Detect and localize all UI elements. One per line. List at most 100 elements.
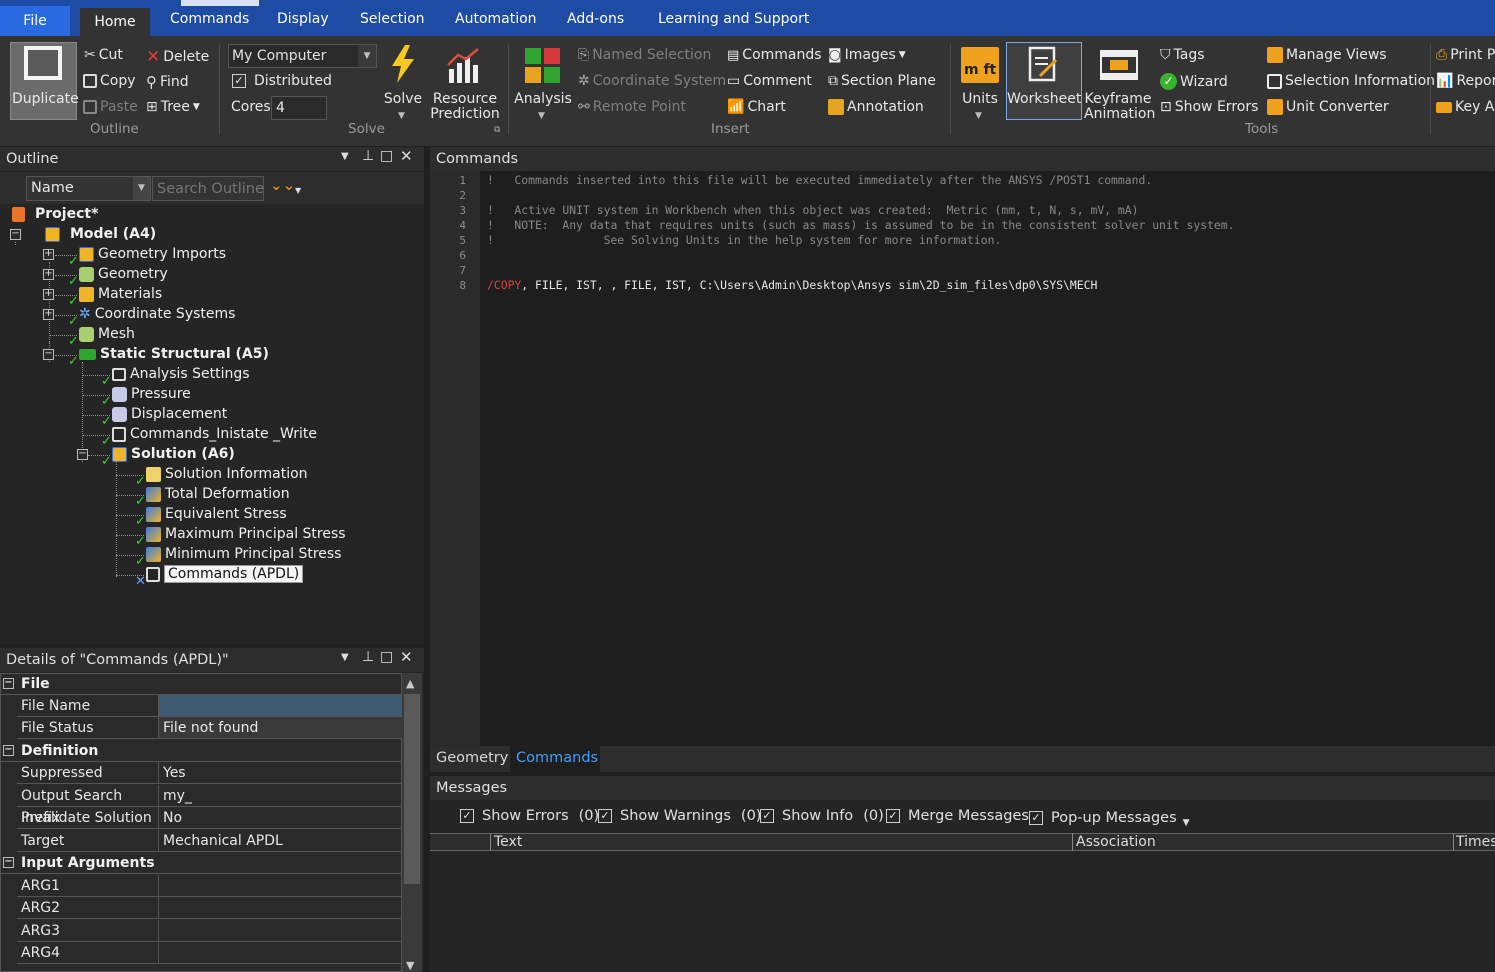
images-button[interactable]: ◙ Images ▼ [828, 47, 906, 63]
column-time[interactable]: Times [1456, 834, 1495, 850]
pin-icon[interactable]: ⊥ [362, 649, 374, 665]
cores-input[interactable]: 4 [271, 96, 327, 120]
row-arg4[interactable]: ARG4 [17, 942, 402, 964]
tree-item-geometry-imports[interactable]: Geometry Imports [79, 244, 226, 264]
wizard-button[interactable]: ✓ Wizard [1160, 73, 1228, 90]
section-input-arguments[interactable]: − Input Arguments [0, 852, 402, 874]
solve-button[interactable]: Solve [383, 92, 423, 107]
manage-views-button[interactable]: Manage Views [1267, 47, 1387, 63]
tree-item-minimum-principal-stress[interactable]: Minimum Principal Stress [146, 544, 341, 564]
collapse-icon[interactable]: − [77, 449, 88, 460]
tree-item-pressure[interactable]: Pressure [112, 384, 191, 404]
expand-icon[interactable]: + [43, 289, 54, 300]
row-arg3[interactable]: ARG3 [17, 920, 402, 942]
collapse-icon[interactable]: − [3, 857, 14, 868]
row-output-search-prefix[interactable]: Output Search Prefix my_ [17, 785, 402, 826]
row-arg1[interactable]: ARG1 [17, 875, 402, 897]
row-invalidate-solution[interactable]: Invalidate Solution No [17, 807, 402, 829]
unit-converter-button[interactable]: Unit Converter [1267, 99, 1389, 115]
tree-item-commands-apdl[interactable]: Commands (APDL) [146, 564, 304, 584]
paste-button[interactable]: Paste [83, 99, 138, 115]
show-info-toggle[interactable]: ✓ Show Info (0) [760, 808, 884, 824]
merge-messages-toggle[interactable]: ✓ Merge Messages [886, 808, 1029, 824]
collapse-icon[interactable]: − [3, 745, 14, 756]
key-assignments-button[interactable]: Key As [1436, 99, 1495, 115]
show-warnings-toggle[interactable]: ✓ Show Warnings (0) [598, 808, 761, 824]
copy-button[interactable]: Copy [83, 73, 136, 89]
scrollbar-thumb[interactable] [404, 694, 420, 884]
chevron-down-icon[interactable]: ⌄⌄ [270, 176, 295, 194]
dialog-launcher-icon[interactable]: ⧉ [494, 125, 500, 135]
annotation-button[interactable]: Annotation [828, 99, 924, 115]
close-icon[interactable]: ✕ [400, 147, 413, 165]
tab-geometry[interactable]: Geometry [436, 750, 508, 766]
maximize-icon[interactable]: □ [380, 649, 393, 665]
resource-prediction-button[interactable]: Resource Prediction [428, 92, 502, 122]
report-preview-button[interactable]: 📊 Repor [1436, 73, 1495, 89]
coordinate-system-button[interactable]: ✲ Coordinate System [578, 73, 726, 89]
row-target[interactable]: Target Mechanical APDL [17, 830, 402, 852]
tree-item-total-deformation[interactable]: Total Deformation [146, 484, 290, 504]
tree-item-materials[interactable]: Materials [79, 284, 162, 304]
expand-icon[interactable]: + [43, 269, 54, 280]
tree-item-equivalent-stress[interactable]: Equivalent Stress [146, 504, 287, 524]
row-arg2[interactable]: ARG2 [17, 897, 402, 919]
collapse-icon[interactable]: − [10, 229, 21, 240]
chart-button[interactable]: 📶 Chart [727, 99, 786, 115]
show-errors-toggle[interactable]: ✓ Show Errors (0) [460, 808, 599, 824]
tab-automation[interactable]: Automation [455, 11, 537, 27]
column-divider[interactable] [1072, 833, 1073, 851]
collapse-icon[interactable]: − [3, 678, 14, 689]
column-divider[interactable] [490, 833, 491, 851]
tree-button[interactable]: ⊞ Tree ▼ [146, 99, 200, 115]
panel-menu-icon[interactable]: ▼ [341, 151, 349, 162]
tab-file[interactable]: File [0, 6, 70, 36]
keyframe-animation-button[interactable]: Keyframe Animation [1084, 92, 1155, 122]
close-icon[interactable]: ✕ [400, 648, 413, 666]
tree-item-maximum-principal-stress[interactable]: Maximum Principal Stress [146, 524, 346, 544]
tree-item-commands-write[interactable]: Commands_Inistate _Write [112, 424, 317, 444]
tree-item-analysis-settings[interactable]: Analysis Settings [112, 364, 250, 384]
tree-item-coordinate-systems[interactable]: ✲ Coordinate Systems [79, 304, 235, 324]
tree-item-project[interactable]: Project* [12, 204, 98, 224]
tab-home[interactable]: Home [80, 8, 150, 36]
solve-location-select[interactable]: My Computer ▼ [228, 44, 377, 68]
cut-button[interactable]: ✂ Cut [84, 47, 123, 63]
expand-icon[interactable]: + [43, 309, 54, 320]
remote-point-button[interactable]: ⚯ Remote Point [578, 99, 686, 115]
column-divider[interactable] [1453, 833, 1454, 851]
tree-item-model[interactable]: Model (A4) [45, 224, 156, 244]
column-association[interactable]: Association [1076, 834, 1156, 850]
tree-item-displacement[interactable]: Displacement [112, 404, 227, 424]
expand-icon[interactable]: + [43, 249, 54, 260]
section-plane-button[interactable]: ⧉ Section Plane [828, 73, 936, 89]
tab-display[interactable]: Display [277, 11, 329, 27]
maximize-icon[interactable]: □ [380, 148, 393, 164]
selection-information-button[interactable]: Selection Information [1267, 73, 1435, 89]
named-selection-button[interactable]: ⎘ Named Selection [578, 47, 711, 63]
column-text[interactable]: Text [494, 834, 522, 850]
name-filter-select[interactable]: Name ▼ [26, 176, 151, 201]
analysis-button[interactable]: Analysis [514, 92, 572, 107]
chevron-down-icon[interactable]: ▼ [406, 959, 414, 972]
delete-button[interactable]: ✕ Delete [146, 47, 209, 67]
tab-learning[interactable]: Learning and Support [658, 11, 809, 27]
chevron-up-icon[interactable]: ▲ [406, 677, 414, 690]
row-file-status[interactable]: File Status File not found [17, 717, 402, 739]
find-button[interactable]: ⚲ Find [146, 73, 189, 91]
section-definition[interactable]: − Definition [0, 740, 402, 762]
panel-menu-icon[interactable]: ▼ [341, 652, 349, 663]
tab-addons[interactable]: Add-ons [567, 11, 624, 27]
row-file-name[interactable]: File Name [17, 695, 402, 717]
commands-button[interactable]: ▤ Commands [727, 47, 822, 63]
collapse-icon[interactable]: − [43, 349, 54, 360]
tree-item-solution[interactable]: Solution (A6) [112, 444, 235, 464]
section-file[interactable]: − File [0, 673, 402, 695]
tab-commands[interactable]: Commands [170, 11, 249, 27]
comment-button[interactable]: ▭ Comment [727, 73, 812, 89]
tree-item-solution-information[interactable]: Solution Information [146, 464, 308, 484]
code-editor[interactable] [480, 171, 1495, 746]
search-outline-input[interactable] [152, 176, 264, 201]
tree-item-geometry[interactable]: Geometry [79, 264, 168, 284]
tree-item-static-structural[interactable]: Static Structural (A5) [79, 344, 269, 364]
